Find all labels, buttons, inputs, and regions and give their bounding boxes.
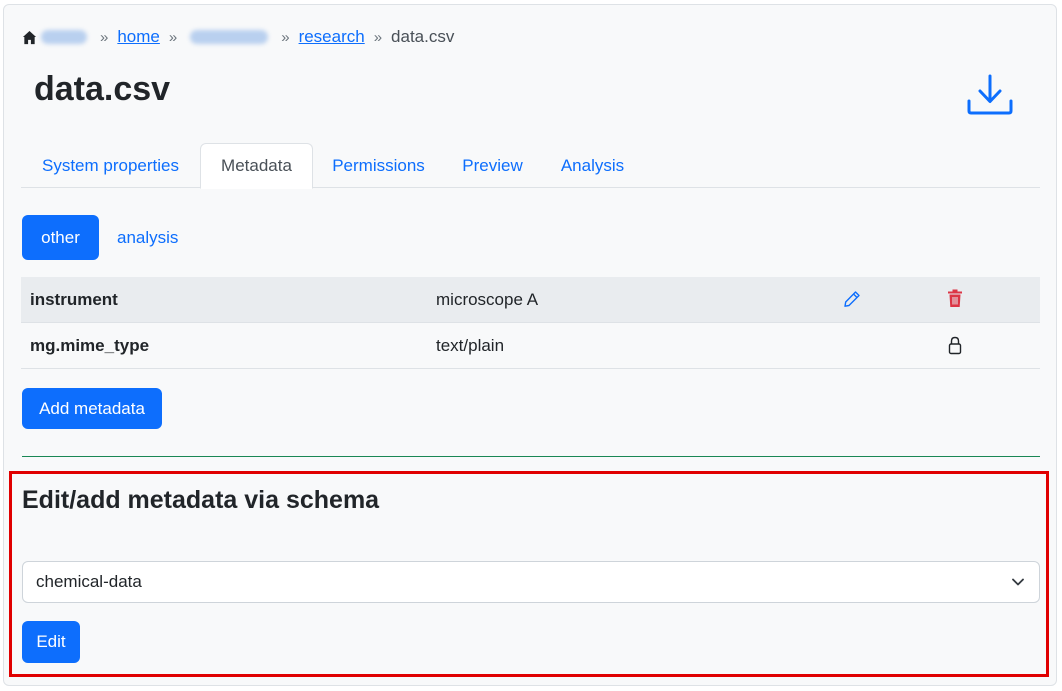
- breadcrumb: » home » » research » data.csv: [22, 27, 454, 47]
- download-icon[interactable]: [965, 73, 1015, 117]
- tab-preview[interactable]: Preview: [444, 143, 541, 188]
- metadata-key: instrument: [30, 290, 118, 309]
- metadata-table: instrument microscope A mg.mime_type tex…: [21, 277, 1040, 369]
- table-row: mg.mime_type text/plain: [21, 323, 1040, 369]
- breadcrumb-research-link[interactable]: research: [299, 27, 365, 47]
- add-metadata-button[interactable]: Add metadata: [22, 388, 162, 429]
- tab-system-properties[interactable]: System properties: [21, 143, 200, 188]
- edit-button[interactable]: Edit: [22, 621, 80, 663]
- breadcrumb-separator: »: [100, 28, 109, 46]
- breadcrumb-separator: »: [373, 28, 383, 46]
- tab-metadata[interactable]: Metadata: [200, 143, 313, 189]
- tab-analysis[interactable]: Analysis: [543, 143, 642, 188]
- chevron-down-icon: [1012, 578, 1024, 586]
- metadata-key: mg.mime_type: [30, 336, 150, 355]
- schema-select-value: chemical-data: [36, 572, 142, 591]
- breadcrumb-separator: »: [281, 28, 290, 46]
- breadcrumb-redacted-folder[interactable]: [190, 30, 269, 44]
- tab-bar: System properties Metadata Permissions P…: [21, 143, 1040, 189]
- metadata-value: text/plain: [436, 336, 505, 355]
- breadcrumb-redacted-user[interactable]: [41, 30, 87, 44]
- page-title: data.csv: [34, 70, 171, 108]
- breadcrumb-home-link[interactable]: home: [117, 27, 160, 47]
- section-divider: [22, 456, 1040, 457]
- breadcrumb-separator: »: [168, 28, 178, 46]
- pill-analysis[interactable]: analysis: [117, 215, 178, 260]
- home-icon[interactable]: [22, 30, 37, 45]
- pencil-icon[interactable]: [843, 290, 861, 308]
- breadcrumb-current: data.csv: [391, 27, 455, 46]
- trash-icon[interactable]: [947, 289, 963, 308]
- schema-select[interactable]: chemical-data: [22, 561, 1040, 603]
- schema-section-title: Edit/add metadata via schema: [22, 486, 380, 514]
- pill-other[interactable]: other: [22, 215, 99, 260]
- lock-icon: [948, 336, 962, 355]
- tab-permissions[interactable]: Permissions: [315, 143, 442, 188]
- metadata-value: microscope A: [436, 290, 539, 309]
- table-row: instrument microscope A: [21, 277, 1040, 323]
